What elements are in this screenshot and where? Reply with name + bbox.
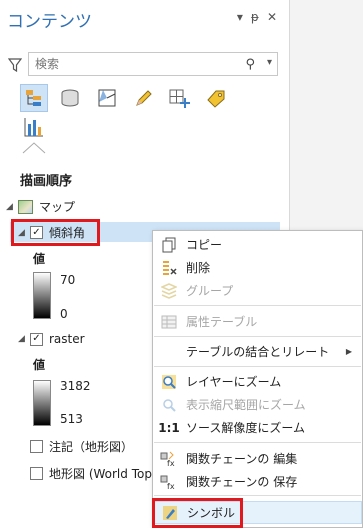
layer-visibility-checkbox[interactable] [30, 440, 43, 453]
label-tag-icon [207, 90, 225, 108]
menu-item-delete[interactable]: 削除 [153, 256, 362, 279]
chart-icon [24, 118, 43, 137]
zoom-to-visible-scale-icon [160, 396, 178, 414]
context-menu: コピー 削除 グループ 属性テーブル テーブルの結合とリレート ▶ レイヤーにズ… [152, 230, 363, 528]
list-by-data-source-button[interactable] [56, 84, 84, 112]
menu-separator [154, 366, 361, 367]
menu-item-edit-function-chain[interactable]: fx 関数チェーンの 編集 [153, 447, 362, 470]
map-label: マップ [39, 200, 76, 214]
pane-options-dropdown-icon[interactable]: ▾ [237, 10, 243, 24]
filter-icon[interactable] [8, 58, 22, 72]
menu-item-group[interactable]: グループ [153, 279, 362, 302]
layer-visibility-checkbox[interactable]: ✓ [30, 332, 43, 346]
tree-row-basemap[interactable]: 地形図 (World Topo [30, 465, 159, 482]
color-ramp [33, 272, 51, 319]
ramp-min-label: 0 [60, 307, 68, 321]
list-by-charts-button[interactable] [20, 113, 48, 141]
close-icon[interactable]: ✕ [267, 10, 277, 24]
search-dropdown-icon[interactable]: ▾ [267, 57, 272, 68]
menu-item-attribute-table[interactable]: 属性テーブル [153, 310, 362, 333]
svg-text:fx: fx [167, 459, 175, 467]
menu-separator [154, 442, 361, 443]
svg-text:fx: fx [167, 482, 175, 490]
zoom-to-source-resolution-icon: 1:1 [158, 420, 180, 435]
pane-title: コンテンツ [7, 12, 92, 32]
raster-layer-label: raster [49, 332, 85, 346]
submenu-arrow-icon: ▶ [345, 347, 352, 356]
menu-item-zoom-to-source-resolution[interactable]: 1:1 ソース解像度にズーム [153, 416, 362, 439]
edit-function-chain-icon: fx [160, 450, 178, 468]
menu-separator [154, 336, 361, 337]
group-icon [160, 282, 178, 300]
list-by-snapping-button[interactable] [165, 84, 193, 112]
annotation-layer-label: 注記（地形図） [49, 440, 134, 454]
save-function-chain-icon: fx [160, 473, 178, 491]
highlight-box-slope [11, 219, 100, 246]
database-icon [61, 89, 79, 107]
list-by-drawing-order-button[interactable] [20, 84, 48, 112]
pane-controls: ▾ ᵽ ✕ [237, 10, 277, 24]
selection-icon [98, 89, 116, 107]
list-by-editing-button[interactable] [130, 84, 158, 112]
active-view-caret-icon [22, 142, 46, 154]
list-by-selection-button[interactable] [93, 84, 121, 112]
attribute-table-icon [160, 313, 178, 331]
drawing-order-icon [26, 90, 41, 106]
menu-separator [154, 305, 361, 306]
tree-row-map[interactable]: ◢ マップ [6, 198, 75, 215]
copy-icon [160, 236, 178, 254]
basemap-layer-label: 地形図 (World Topo [49, 467, 160, 481]
list-by-labeling-button[interactable] [202, 84, 230, 112]
search-icon[interactable]: ⚲ [245, 57, 255, 72]
menu-item-joins-relates[interactable]: テーブルの結合とリレート ▶ [153, 340, 362, 363]
color-ramp [33, 380, 51, 426]
pin-icon[interactable]: ᵽ [251, 10, 259, 24]
menu-item-zoom-to-layer[interactable]: レイヤーにズーム [153, 370, 362, 393]
section-label: 描画順序 [20, 174, 73, 189]
menu-item-save-function-chain[interactable]: fx 関数チェーンの 保存 [153, 470, 362, 493]
menu-separator [154, 495, 361, 496]
expand-arrow-icon[interactable]: ◢ [6, 202, 18, 212]
search-input[interactable] [29, 53, 219, 75]
map-icon [18, 199, 33, 214]
tree-row-raster[interactable]: ◢ ✓ raster [18, 332, 85, 346]
menu-item-zoom-to-visible-scale[interactable]: 表示縮尺範囲にズーム [153, 393, 362, 416]
menu-item-copy[interactable]: コピー [153, 233, 362, 256]
legend-title: 値 [33, 252, 46, 266]
snapping-icon [169, 89, 190, 108]
delete-icon [160, 259, 178, 277]
legend-title: 値 [33, 358, 46, 372]
expand-arrow-icon[interactable]: ◢ [18, 334, 30, 344]
ramp-min-label: 513 [60, 412, 83, 426]
layer-visibility-checkbox[interactable] [30, 467, 43, 480]
zoom-to-layer-icon [160, 373, 178, 391]
tree-row-annotation[interactable]: 注記（地形図） [30, 438, 133, 455]
highlight-box-symbology [152, 498, 243, 528]
ramp-max-label: 3182 [60, 379, 91, 393]
ramp-max-label: 70 [60, 273, 76, 287]
search-box[interactable]: ⚲ ▾ [28, 52, 278, 76]
pencil-icon [136, 90, 152, 106]
